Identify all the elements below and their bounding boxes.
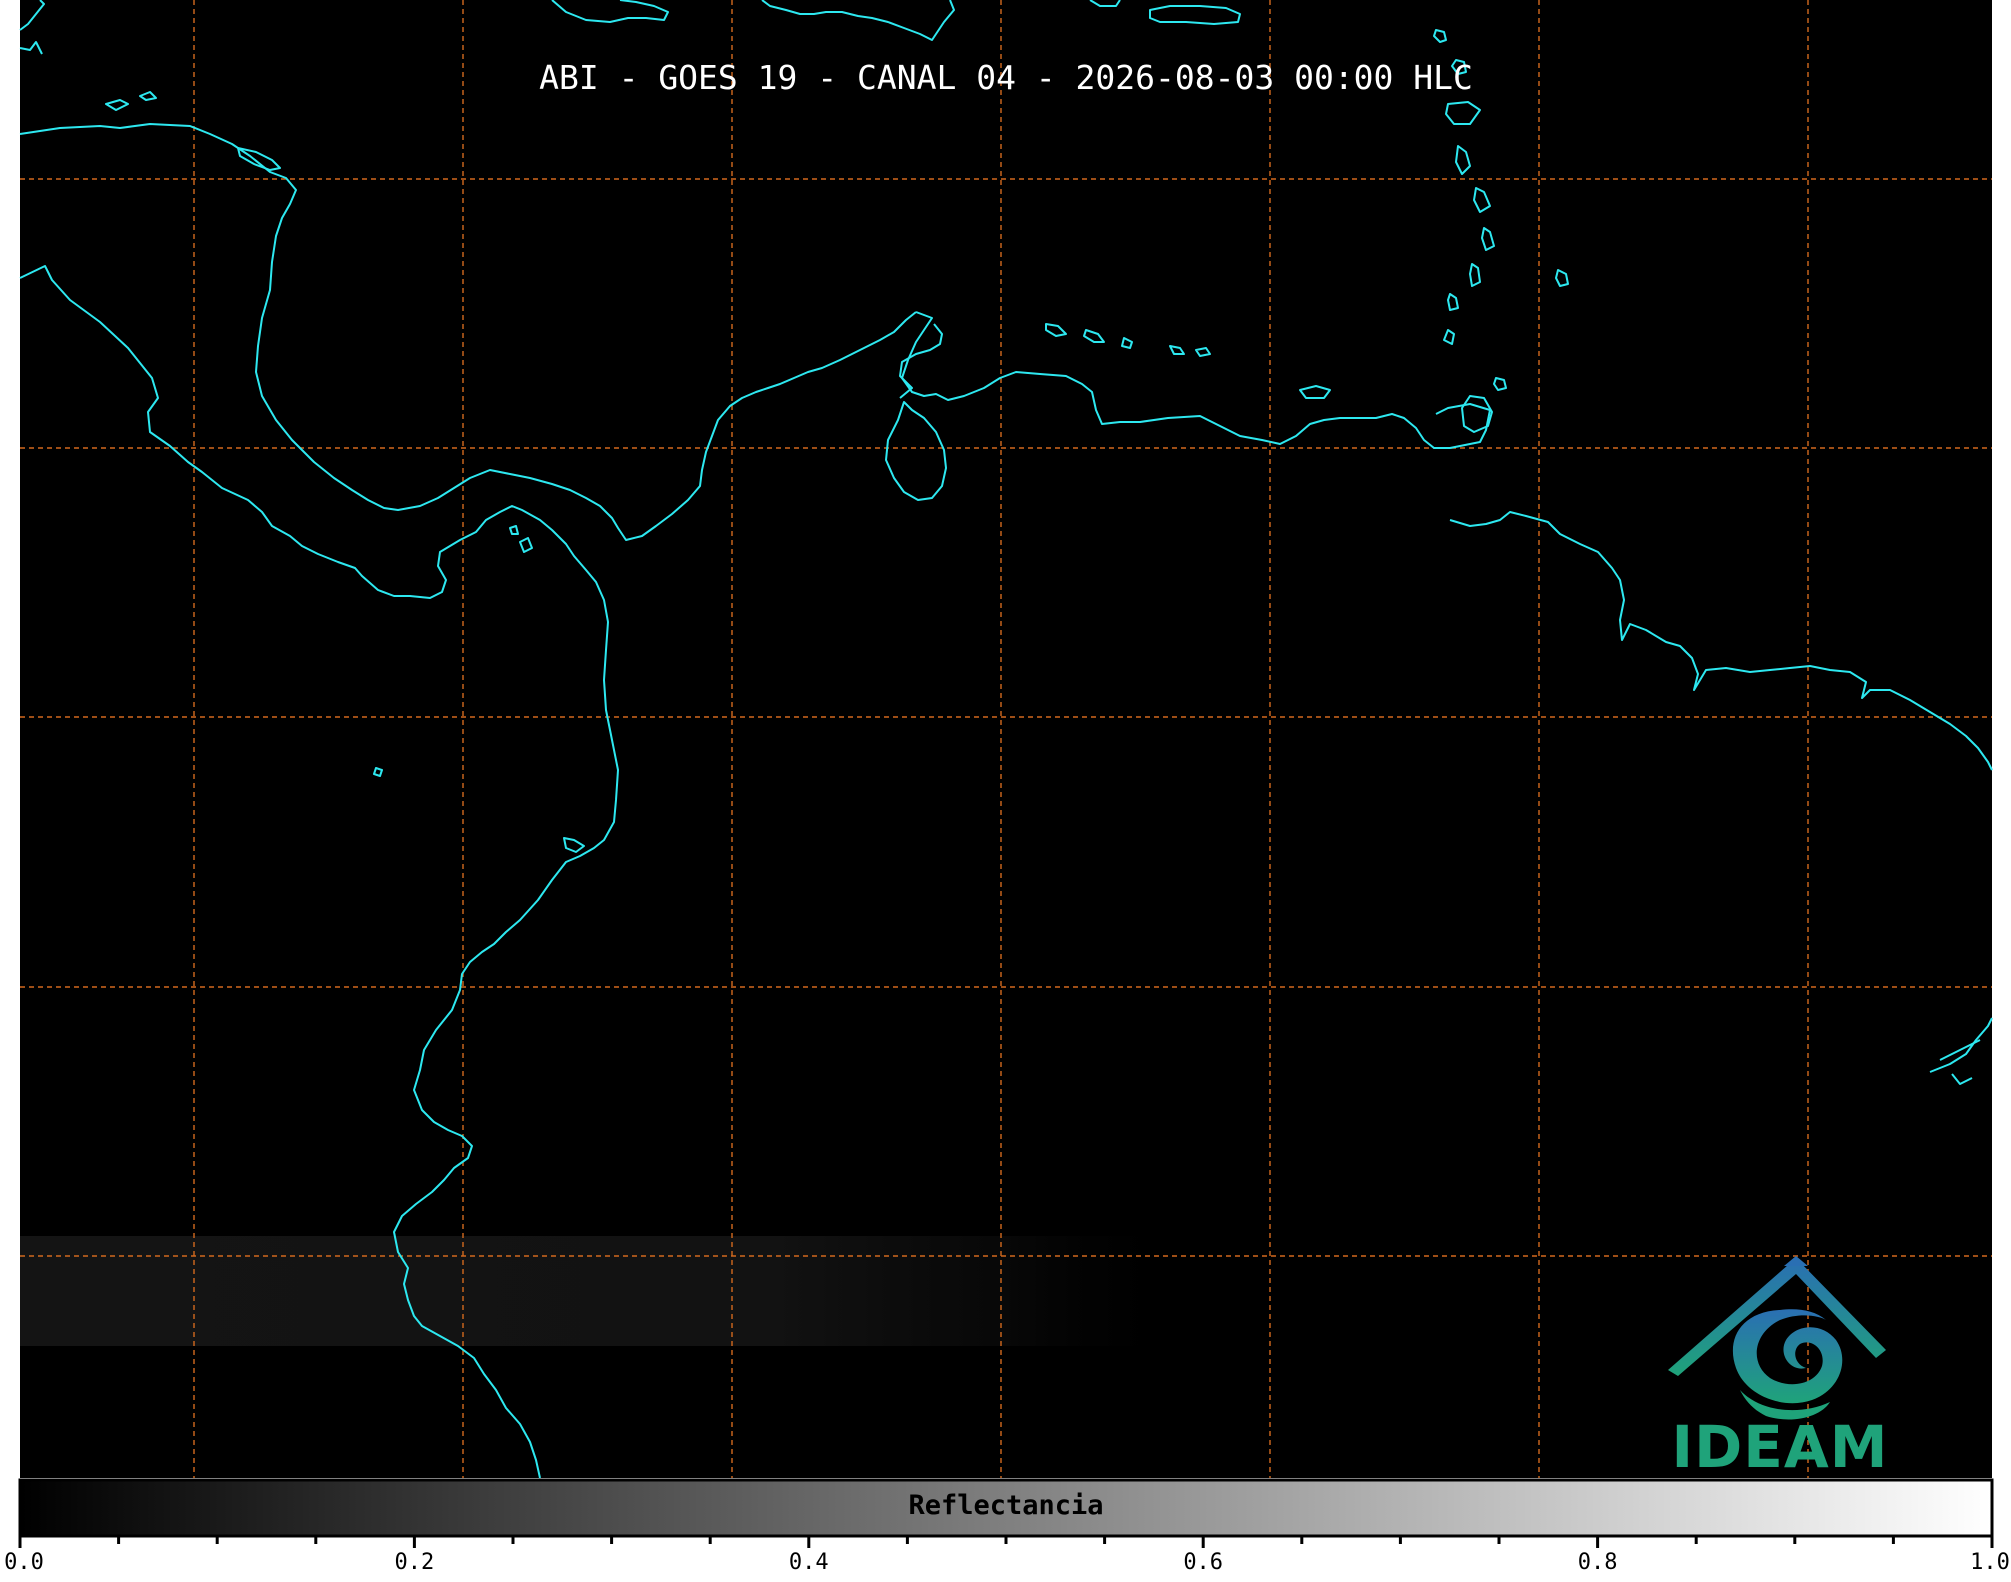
colorbar-ticks	[18, 1536, 1994, 1548]
colorbar-tick-label: 0.8	[1577, 1550, 1618, 1575]
satellite-figure: ABI - GOES 19 - CANAL 04 - 2026-08-03 00…	[0, 0, 2011, 1577]
colorbar-tick-label: 1.0	[1970, 1550, 2010, 1575]
map-title: ABI - GOES 19 - CANAL 04 - 2026-08-03 00…	[539, 58, 1473, 97]
colorbar-tick-label: 0.0	[4, 1550, 44, 1575]
colorbar-tick-label: 0.4	[788, 1550, 829, 1575]
satellite-map	[18, 0, 1994, 1548]
colorbar-tick-label: 0.6	[1183, 1550, 1224, 1575]
cloud-band	[20, 1236, 1390, 1346]
colorbar-tick-label: 0.2	[394, 1550, 435, 1575]
logo-text: IDEAM	[1671, 1413, 1889, 1481]
colorbar-label: Reflectancia	[908, 1490, 1104, 1521]
